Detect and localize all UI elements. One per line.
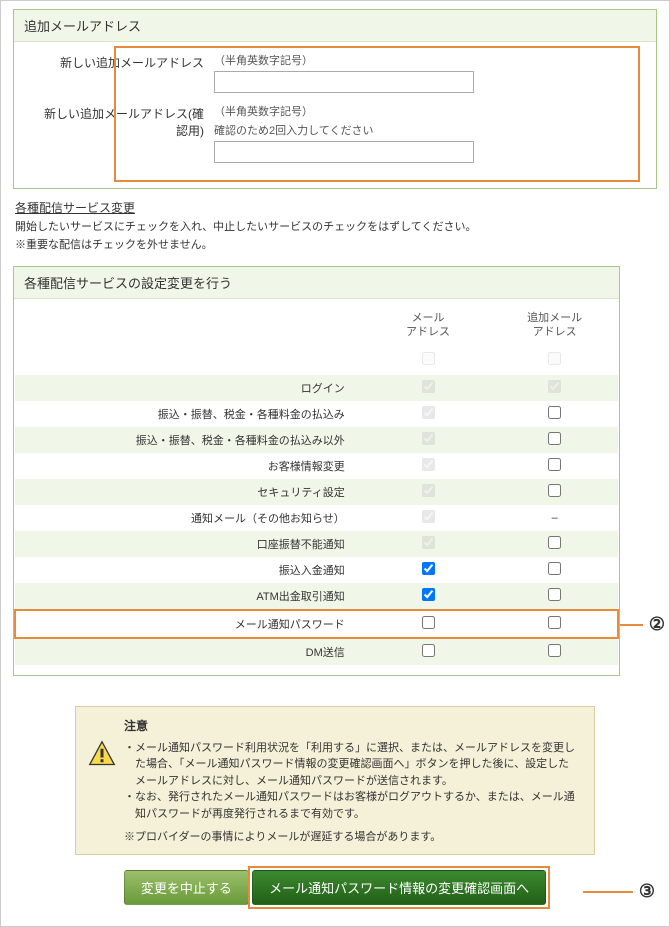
row-label: 通知メール（その他お知らせ） bbox=[15, 505, 365, 531]
service-checkbox bbox=[548, 380, 561, 393]
service-checkbox bbox=[422, 406, 435, 419]
form-row-email-confirm: 新しい追加メールアドレス(確認用) （半角英数字記号） 確認のため2回入力してく… bbox=[34, 103, 636, 163]
cancel-button[interactable]: 変更を中止する bbox=[124, 870, 249, 905]
service-checkbox[interactable] bbox=[422, 562, 435, 575]
service-checkbox bbox=[422, 510, 435, 523]
callout-3: ③ bbox=[639, 881, 655, 902]
row-label: 振込入金通知 bbox=[15, 557, 365, 583]
services-heading: 各種配信サービス変更 bbox=[15, 199, 655, 216]
table-row: ログイン bbox=[15, 375, 618, 401]
additional-email-section: 追加メールアドレス 新しい追加メールアドレス （半角英数字記号） 新しい追加メー… bbox=[13, 9, 657, 189]
service-checkbox[interactable] bbox=[548, 484, 561, 497]
row-label: メール通知パスワード bbox=[15, 610, 365, 638]
service-checkbox[interactable] bbox=[548, 562, 561, 575]
warning-icon bbox=[88, 740, 116, 768]
col-mail-address: メールアドレス bbox=[365, 305, 492, 346]
col1-master-checkbox bbox=[422, 352, 435, 365]
label-new-email: 新しい追加メールアドレス bbox=[34, 52, 214, 71]
hint-halfwidth-confirm: （半角英数字記号） bbox=[214, 103, 636, 119]
col-additional-mail-address: 追加メールアドレス bbox=[491, 305, 618, 346]
notice-box: 注意 ・メール通知パスワード利用状況を「利用する」に選択、または、メールアドレス… bbox=[75, 706, 595, 856]
hint-halfwidth: （半角英数字記号） bbox=[214, 52, 636, 68]
notice-list: ・メール通知パスワード利用状況を「利用する」に選択、または、メールアドレスを変更… bbox=[124, 740, 580, 823]
notice-extra: ※プロバイダーの事情によりメールが遅延する場合があります。 bbox=[124, 828, 580, 844]
service-checkbox bbox=[422, 458, 435, 471]
table-row: メール通知パスワード bbox=[15, 610, 618, 638]
service-checkbox[interactable] bbox=[548, 644, 561, 657]
service-checkbox[interactable] bbox=[548, 616, 561, 629]
table-row: 振込・振替、税金・各種料金の払込み bbox=[15, 401, 618, 427]
notice-title: 注意 bbox=[124, 717, 580, 734]
row-label: ログイン bbox=[15, 375, 365, 401]
notice-item: ・なお、発行されたメール通知パスワードはお客様がログアウトするか、または、メール… bbox=[124, 789, 580, 822]
services-section: 各種配信サービスの設定変更を行う メールアドレス 追加メールアドレス bbox=[13, 266, 620, 676]
service-checkbox[interactable] bbox=[422, 644, 435, 657]
service-checkbox[interactable] bbox=[422, 616, 435, 629]
input-new-email-confirm[interactable] bbox=[214, 141, 474, 163]
service-checkbox[interactable] bbox=[548, 588, 561, 601]
service-checkbox bbox=[422, 536, 435, 549]
service-checkbox[interactable] bbox=[422, 588, 435, 601]
service-checkbox[interactable] bbox=[548, 458, 561, 471]
table-row: 振込入金通知 bbox=[15, 557, 618, 583]
callout-2: ② bbox=[649, 614, 665, 635]
row-label: 振込・振替、税金・各種料金の払込み以外 bbox=[15, 427, 365, 453]
row-label: お客様情報変更 bbox=[15, 453, 365, 479]
row-label: DM送信 bbox=[15, 638, 365, 665]
section-title: 追加メールアドレス bbox=[14, 10, 656, 42]
confirm-button[interactable]: メール通知パスワード情報の変更確認画面へ bbox=[252, 870, 546, 905]
hint-enter-twice: 確認のため2回入力してください bbox=[214, 122, 636, 138]
services-note: ※重要な配信はチェックを外せません。 bbox=[15, 236, 655, 252]
table-row: 通知メール（その他お知らせ） – bbox=[15, 505, 618, 531]
col2-master-checkbox bbox=[548, 352, 561, 365]
table-row: お客様情報変更 bbox=[15, 453, 618, 479]
table-row: 口座振替不能通知 bbox=[15, 531, 618, 557]
row-label: セキュリティ設定 bbox=[15, 479, 365, 505]
service-checkbox bbox=[422, 484, 435, 497]
callout-3-line bbox=[583, 891, 633, 893]
table-row: セキュリティ設定 bbox=[15, 479, 618, 505]
notice-item: ・メール通知パスワード利用状況を「利用する」に選択、または、メールアドレスを変更… bbox=[124, 740, 580, 790]
service-checkbox[interactable] bbox=[548, 432, 561, 445]
service-checkbox bbox=[422, 432, 435, 445]
services-table: メールアドレス 追加メールアドレス ログイン振込・振替、税金・各種料金の払込み振… bbox=[14, 305, 619, 665]
form-row-email: 新しい追加メールアドレス （半角英数字記号） bbox=[34, 52, 636, 93]
table-row: DM送信 bbox=[15, 638, 618, 665]
row-label: ATM出金取引通知 bbox=[15, 583, 365, 610]
service-checkbox bbox=[422, 380, 435, 393]
input-new-email[interactable] bbox=[214, 71, 474, 93]
row-label: 口座振替不能通知 bbox=[15, 531, 365, 557]
label-new-email-confirm: 新しい追加メールアドレス(確認用) bbox=[34, 103, 214, 139]
table-row: 振込・振替、税金・各種料金の払込み以外 bbox=[15, 427, 618, 453]
services-title: 各種配信サービスの設定変更を行う bbox=[14, 267, 619, 299]
services-desc: 開始したいサービスにチェックを入れ、中止したいサービスのチェックをはずしてくださ… bbox=[15, 218, 655, 234]
service-checkbox[interactable] bbox=[548, 406, 561, 419]
row-label: 振込・振替、税金・各種料金の払込み bbox=[15, 401, 365, 427]
service-checkbox[interactable] bbox=[548, 536, 561, 549]
cell-dash: – bbox=[491, 505, 618, 531]
table-row: ATM出金取引通知 bbox=[15, 583, 618, 610]
